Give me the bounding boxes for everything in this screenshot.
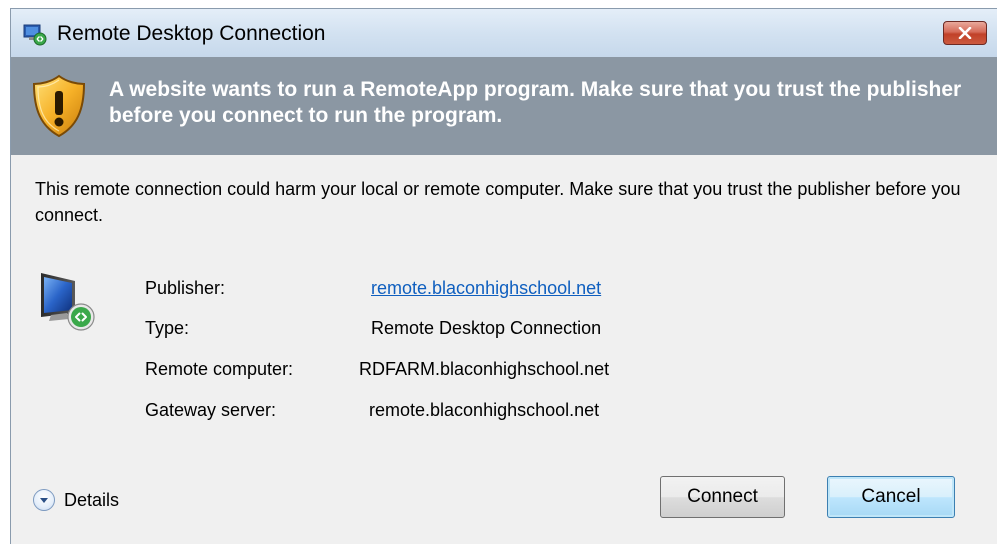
close-icon [958, 27, 972, 39]
title-bar: Remote Desktop Connection [11, 9, 997, 57]
remote-desktop-app-icon [23, 24, 47, 46]
remote-computer-icon [41, 273, 95, 331]
security-message: This remote connection could harm your l… [35, 179, 961, 225]
type-label: Type: [145, 318, 190, 338]
window-title: Remote Desktop Connection [57, 22, 326, 45]
type-value: Remote Desktop Connection [371, 318, 602, 338]
close-button[interactable] [943, 21, 987, 45]
remote-computer-label: Remote computer: [145, 359, 294, 379]
gateway-server-label: Gateway server: [145, 400, 277, 420]
details-label: Details [64, 489, 120, 510]
cancel-button[interactable]: Cancel [827, 476, 955, 518]
warning-banner: A website wants to run a RemoteApp progr… [11, 57, 997, 155]
details-toggle[interactable]: Details [33, 487, 119, 513]
chevron-down-icon [33, 489, 55, 511]
connect-button[interactable]: Connect [660, 476, 785, 518]
remote-computer-value: RDFARM.blaconhighschool.net [359, 359, 610, 379]
gateway-server-value: remote.blaconhighschool.net [369, 400, 600, 420]
publisher-label: Publisher: [145, 278, 226, 298]
publisher-link[interactable]: remote.blaconhighschool.net [371, 275, 601, 301]
banner-message: A website wants to run a RemoteApp progr… [109, 78, 962, 127]
remote-desktop-dialog: Remote Desktop Connection A website want… [10, 8, 997, 544]
shield-warning-icon [32, 74, 86, 138]
